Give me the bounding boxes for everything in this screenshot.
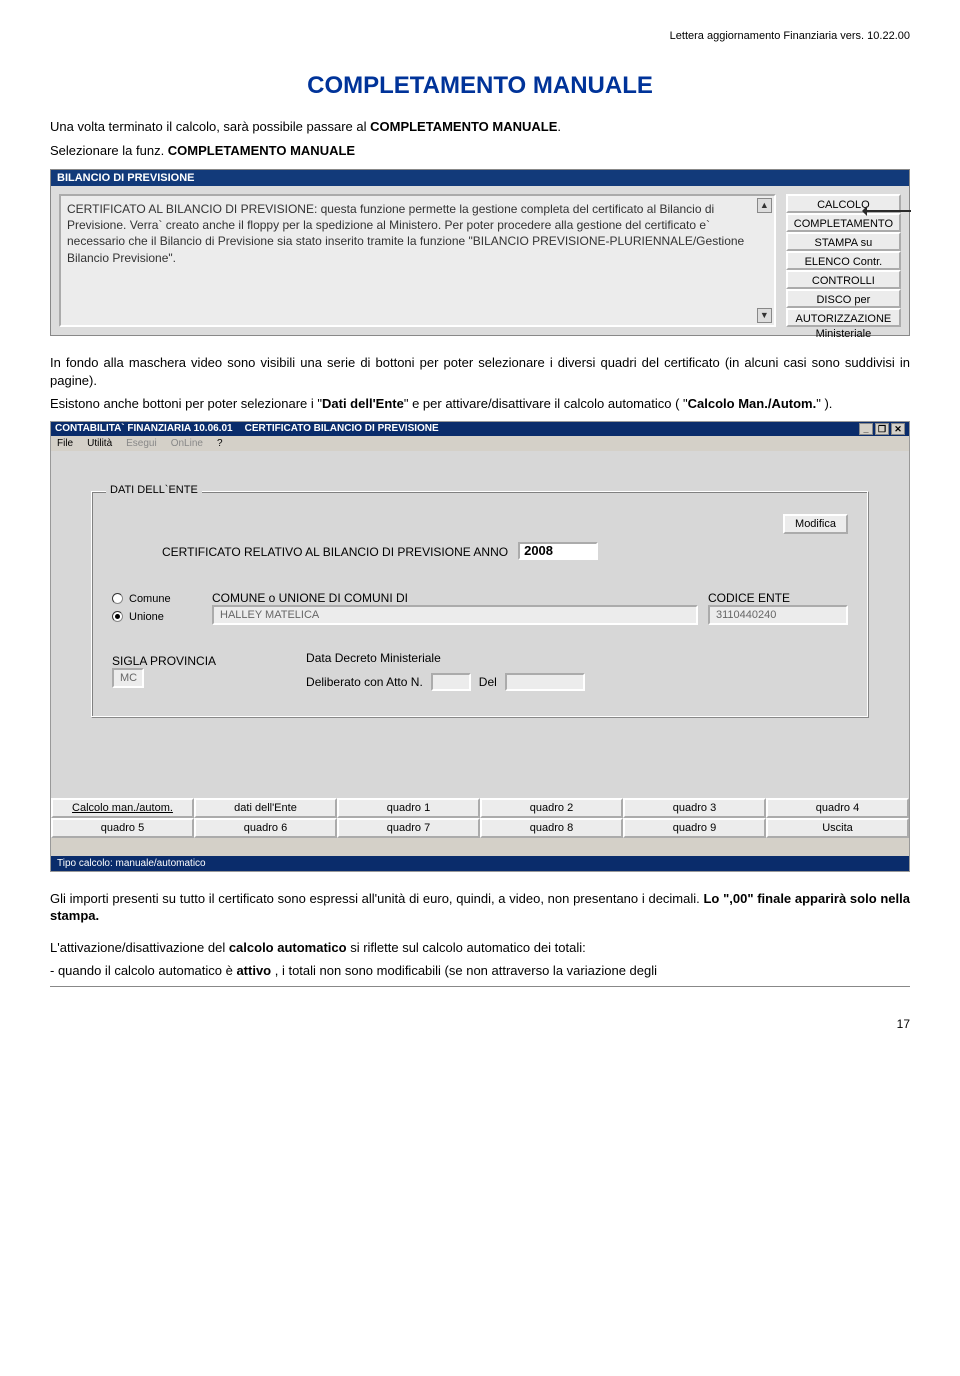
foot-p1: Gli importi presenti su tutto il certifi… [50, 890, 910, 925]
codice-input[interactable]: 3110440240 [708, 605, 848, 625]
year-value: 2008 [524, 543, 553, 558]
menu-button-elenco[interactable]: ELENCO Contr. Ministeriali [786, 251, 901, 270]
scroll-down-icon[interactable]: ▼ [757, 308, 772, 323]
btn-dati-ente[interactable]: dati dell'Ente [194, 798, 337, 818]
btn-quadro2[interactable]: quadro 2 [480, 798, 623, 818]
text: Selezionare la funz. [50, 143, 168, 158]
menu-button-stampa[interactable]: STAMPA su Modello [786, 232, 901, 251]
maximize-icon[interactable]: ❐ [875, 423, 889, 435]
page-number: 17 [50, 1017, 910, 1031]
btn-quadro8[interactable]: quadro 8 [480, 818, 623, 838]
description-text: CERTIFICATO AL BILANCIO DI PREVISIONE: q… [67, 202, 744, 265]
close-icon[interactable]: ✕ [891, 423, 905, 435]
menu-button-column: CALCOLO Automatico COMPLETAMENTO STAMPA … [786, 194, 901, 327]
menu-button-autorizzazione[interactable]: AUTORIZZAZIONE Ministeriale [786, 308, 901, 327]
status-bar: Tipo calcolo: manuale/automatico [51, 856, 909, 871]
sigla-input[interactable]: MC [112, 668, 144, 688]
btn-quadro1[interactable]: quadro 1 [337, 798, 480, 818]
minimize-icon[interactable]: _ [859, 423, 873, 435]
text-bold: COMPLETAMENTO MANUALE [168, 143, 355, 158]
text: Una volta terminato il calcolo, sarà pos… [50, 119, 370, 134]
codice-label: CODICE ENTE [708, 591, 848, 605]
radio-comune[interactable]: Comune [112, 593, 202, 605]
btn-quadro6[interactable]: quadro 6 [194, 818, 337, 838]
radio-unione[interactable]: Unione [112, 611, 202, 623]
description-textarea: CERTIFICATO AL BILANCIO DI PREVISIONE: q… [59, 194, 776, 327]
deliberato-label: Deliberato con Atto N. [306, 675, 423, 689]
btn-quadro5[interactable]: quadro 5 [51, 818, 194, 838]
cert-label: CERTIFICATO RELATIVO AL BILANCIO DI PREV… [162, 545, 508, 559]
app-titlebar: CONTABILITA` FINANZIARIA 10.06.01 CERTIF… [51, 422, 909, 436]
menu-button-controlli[interactable]: CONTROLLI Ministeriali [786, 270, 901, 289]
menu-file[interactable]: File [57, 438, 73, 449]
intro-p2: Selezionare la funz. COMPLETAMENTO MANUA… [50, 142, 910, 160]
group-title: DATI DELL`ENTE [106, 484, 202, 496]
menu-utilita[interactable]: Utilità [87, 438, 112, 449]
app-subtitle: CERTIFICATO BILANCIO DI PREVISIONE [245, 423, 439, 434]
dati-ente-group: DATI DELL`ENTE Modifica CERTIFICATO RELA… [91, 491, 869, 718]
data-decreto-label: Data Decreto Ministeriale [306, 651, 585, 665]
intro-p1: Una volta terminato il calcolo, sarà pos… [50, 118, 910, 136]
btn-calcolo-man[interactable]: Calcolo man./autom. [51, 798, 194, 818]
btn-quadro7[interactable]: quadro 7 [337, 818, 480, 838]
menu-button-disco[interactable]: DISCO per Ministero [786, 289, 901, 308]
scroll-up-icon[interactable]: ▲ [757, 198, 772, 213]
menu-help[interactable]: ? [217, 438, 223, 449]
app-title: CONTABILITA` FINANZIARIA 10.06.01 [55, 423, 233, 434]
text: . [557, 119, 561, 134]
del-date-input[interactable] [505, 673, 585, 691]
btn-quadro9[interactable]: quadro 9 [623, 818, 766, 838]
screenshot-app-window: CONTABILITA` FINANZIARIA 10.06.01 CERTIF… [50, 421, 910, 872]
btn-quadro4[interactable]: quadro 4 [766, 798, 909, 818]
comune-input[interactable]: HALLEY MATELICA [212, 605, 698, 625]
mid-p1: In fondo alla maschera video sono visibi… [50, 354, 910, 389]
sigla-label: SIGLA PROVINCIA [112, 654, 216, 668]
quadro-button-row2: quadro 5 quadro 6 quadro 7 quadro 8 quad… [51, 818, 909, 838]
page-title: COMPLETAMENTO MANUALE [50, 72, 910, 100]
atto-input[interactable] [431, 673, 471, 691]
quadro-button-row1: Calcolo man./autom. dati dell'Ente quadr… [51, 798, 909, 818]
doc-header: Lettera aggiornamento Finanziaria vers. … [50, 30, 910, 42]
mid-p2: Esistono anche bottoni per poter selezio… [50, 395, 910, 413]
foot-li1: - quando il calcolo automatico è attivo … [50, 962, 910, 980]
btn-quadro3[interactable]: quadro 3 [623, 798, 766, 818]
panel-titlebar: BILANCIO DI PREVISIONE [51, 170, 909, 186]
menu-esegui: Esegui [126, 438, 157, 449]
app-menubar: File Utilità Esegui OnLine ? [51, 436, 909, 451]
comune-label: COMUNE o UNIONE DI COMUNI DI [212, 591, 698, 605]
screenshot-menu-panel: BILANCIO DI PREVISIONE CERTIFICATO AL BI… [50, 169, 910, 336]
text-bold: COMPLETAMENTO MANUALE [370, 119, 557, 134]
pointer-arrow-icon [865, 210, 911, 212]
btn-uscita[interactable]: Uscita [766, 818, 909, 838]
menu-button-completamento[interactable]: COMPLETAMENTO [786, 213, 901, 232]
menu-online: OnLine [171, 438, 203, 449]
foot-p2: L'attivazione/disattivazione del calcolo… [50, 939, 910, 957]
footer-rule [50, 986, 910, 987]
modifica-button[interactable]: Modifica [783, 514, 848, 534]
del-label: Del [479, 675, 497, 689]
